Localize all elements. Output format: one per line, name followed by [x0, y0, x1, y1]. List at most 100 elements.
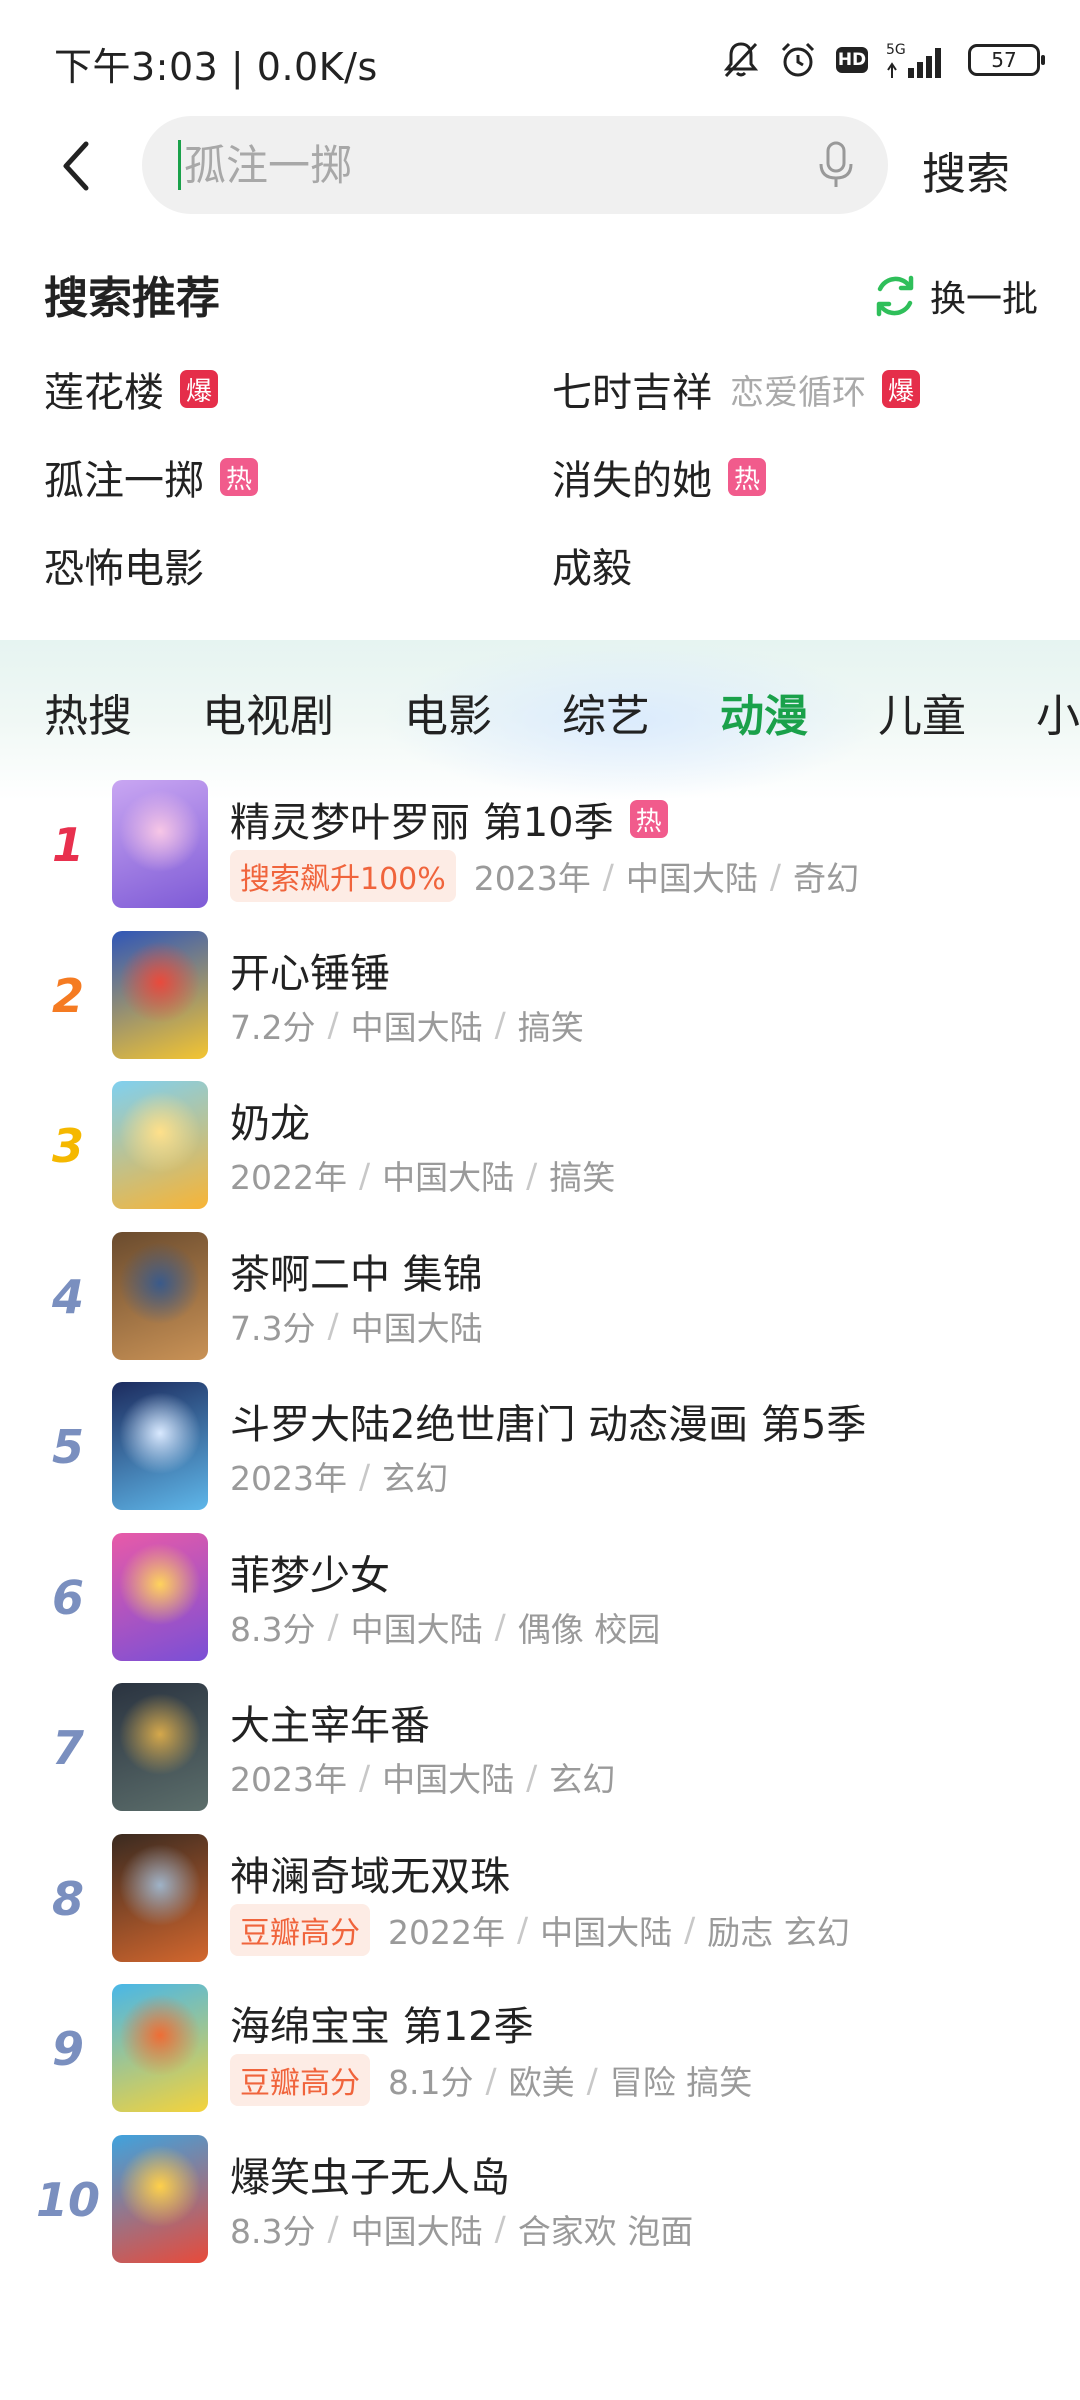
mute-bell-icon	[722, 40, 760, 80]
ranking-row[interactable]: 10 爆笑虫子无人岛 8.3分 / 中国大陆 / 合家欢 泡面	[0, 2134, 1080, 2285]
highlight-badge: 豆瓣高分	[230, 2054, 370, 2106]
rec-item-label: 成毅	[552, 546, 632, 592]
meta-value: 搞笑	[517, 1007, 584, 1047]
refresh-button[interactable]: 换一批	[872, 270, 1038, 322]
meta-value: 偶像 校园	[517, 1609, 661, 1649]
poster-thumbnail[interactable]	[112, 1231, 208, 1360]
ranking-row[interactable]: 3 奶龙 2022年 / 中国大陆 / 搞笑	[0, 1081, 1080, 1231]
rec-item[interactable]: 成毅	[552, 536, 632, 594]
ranking-meta: 2023年 / 玄幻	[230, 1452, 448, 1500]
battery-icon: 57	[968, 44, 1045, 76]
hd-icon: HD	[836, 47, 868, 73]
tab-tv-series[interactable]: 电视剧	[202, 680, 334, 744]
meta-separator: /	[602, 856, 614, 896]
ranking-row[interactable]: 9 海绵宝宝 第12季 豆瓣高分 8.1分 / 欧美 / 冒险 搞笑	[0, 1984, 1080, 2134]
text-caret	[178, 140, 181, 190]
rec-item[interactable]: 七时吉祥 恋爱循环 爆	[552, 360, 920, 418]
ranking-row[interactable]: 4 茶啊二中 集锦 7.3分 / 中国大陆	[0, 1231, 1080, 1382]
tab-hot-search[interactable]: 热搜	[44, 680, 132, 744]
ranking-row[interactable]: 5 斗罗大陆2绝世唐门 动态漫画 第5季 2023年 / 玄幻	[0, 1382, 1080, 1532]
meta-value: 中国大陆	[350, 2211, 483, 2251]
rank-number: 3	[51, 1119, 84, 1173]
ranking-title-line: 海绵宝宝 第12季	[230, 1994, 534, 2052]
meta-separator: /	[494, 2209, 506, 2248]
ranking-title-line: 奶龙	[230, 1091, 310, 1149]
tab-partial[interactable]: 小	[1036, 680, 1080, 744]
meta-value: 搞笑	[549, 1158, 616, 1197]
rec-item[interactable]: 消失的她 热	[552, 448, 766, 506]
tab-variety[interactable]: 综艺	[562, 680, 650, 744]
meta-value: 2023年	[473, 859, 591, 898]
rank-number: 5	[51, 1420, 84, 1474]
status-icons: HD 5G 57	[722, 36, 1045, 84]
search-box[interactable]	[142, 116, 888, 214]
meta-value: 2023年	[230, 1459, 347, 1498]
microphone-icon[interactable]	[816, 140, 856, 190]
meta-value: 欧美	[508, 2063, 575, 2102]
meta-separator: /	[327, 1005, 339, 1044]
highlight-badge: 豆瓣高分	[230, 1903, 370, 1956]
search-input[interactable]	[180, 116, 780, 214]
meta-value: 中国大陆	[350, 1007, 483, 1047]
meta-value: 励志 玄幻	[707, 1912, 850, 1952]
poster-thumbnail[interactable]	[112, 1382, 208, 1510]
meta-value: 中国大陆	[625, 859, 758, 898]
poster-thumbnail[interactable]	[112, 930, 208, 1059]
ranking-meta: 7.3分 / 中国大陆	[230, 1302, 483, 1350]
ranking-row[interactable]: 8 神澜奇域无双珠 豆瓣高分 2022年 / 中国大陆 / 励志 玄幻	[0, 1833, 1080, 1984]
poster-thumbnail[interactable]	[112, 1683, 208, 1811]
rec-item-sub: 恋爱循环	[730, 372, 866, 413]
ranking-title-line: 精灵梦叶罗丽 第10季热	[230, 790, 668, 848]
rank-number: 8	[51, 1871, 84, 1926]
ranking-title-line: 菲梦少女	[230, 1543, 390, 1601]
meta-value: 2022年	[230, 1158, 347, 1197]
rank-number: 9	[51, 2022, 84, 2076]
tab-movies[interactable]: 电影	[404, 680, 492, 744]
search-recommendations: 搜索推荐 换一批 莲花楼 爆 七时吉祥 恋爱循环 爆 孤注一掷 热 消失的她 热…	[0, 250, 1080, 630]
ranking-title-line: 斗罗大陆2绝世唐门 动态漫画 第5季	[230, 1392, 866, 1450]
rec-item[interactable]: 孤注一掷 热	[44, 448, 258, 506]
meta-value: 8.1分	[388, 2063, 474, 2102]
poster-thumbnail[interactable]	[112, 1081, 208, 1209]
rec-item[interactable]: 莲花楼 爆	[44, 360, 218, 418]
burst-tag: 爆	[882, 370, 920, 408]
tab-anime[interactable]: 动漫	[720, 680, 808, 744]
poster-thumbnail[interactable]	[112, 780, 208, 908]
ranking-row[interactable]: 7 大主宰年番 2023年 / 中国大陆 / 玄幻	[0, 1683, 1080, 1833]
meta-separator: /	[494, 1607, 506, 1646]
meta-separator: /	[769, 856, 782, 896]
poster-thumbnail[interactable]	[112, 1532, 208, 1661]
ranking-title-line: 大主宰年番	[230, 1693, 430, 1751]
meta-separator: /	[684, 1910, 696, 1949]
poster-thumbnail[interactable]	[112, 1984, 208, 2112]
ranking-row[interactable]: 2 开心锤锤 7.2分 / 中国大陆 / 搞笑	[0, 930, 1080, 1081]
chevron-left-icon	[63, 141, 89, 191]
meta-value: 玄幻	[382, 1459, 449, 1498]
ranking-title-line: 爆笑虫子无人岛	[230, 2145, 510, 2203]
meta-value: 中国大陆	[382, 1158, 515, 1197]
category-tabs: 热搜 电视剧 电影 综艺 动漫 儿童 小	[44, 680, 1080, 744]
meta-value: 奇幻	[793, 859, 860, 898]
meta-separator: /	[358, 1757, 371, 1797]
rec-item[interactable]: 恐怖电影	[44, 536, 204, 594]
rank-number: 6	[51, 1570, 84, 1625]
back-button[interactable]	[50, 138, 100, 194]
rec-item-label: 莲花楼	[44, 370, 164, 416]
ranking-row[interactable]: 1 精灵梦叶罗丽 第10季热搜索飙升100% 2023年 / 中国大陆 / 奇幻	[0, 780, 1080, 930]
category-tabs-area: 热搜 电视剧 电影 综艺 动漫 儿童 小	[0, 640, 1080, 800]
rank-number: 4	[51, 1269, 84, 1324]
ranking-meta: 8.3分 / 中国大陆 / 合家欢 泡面	[230, 2205, 693, 2253]
ranking-title: 海绵宝宝 第12季	[230, 2004, 534, 2050]
search-button[interactable]: 搜索	[922, 138, 1010, 202]
poster-thumbnail[interactable]	[112, 1833, 208, 1962]
ranking-meta: 2023年 / 中国大陆 / 玄幻	[230, 1753, 615, 1801]
status-bar: 下午3:03 | 0.0K/s HD 5G 57	[0, 0, 1080, 120]
rank-number: 7	[51, 1721, 84, 1775]
ranking-row[interactable]: 6 菲梦少女 8.3分 / 中国大陆 / 偶像 校园	[0, 1532, 1080, 1683]
ranking-title: 茶啊二中 集锦	[230, 1251, 483, 1298]
poster-thumbnail[interactable]	[112, 2134, 208, 2263]
ranking-title: 菲梦少女	[230, 1552, 390, 1599]
meta-value: 2023年	[230, 1760, 347, 1799]
meta-value: 玄幻	[549, 1760, 616, 1799]
tab-kids[interactable]: 儿童	[878, 680, 966, 744]
